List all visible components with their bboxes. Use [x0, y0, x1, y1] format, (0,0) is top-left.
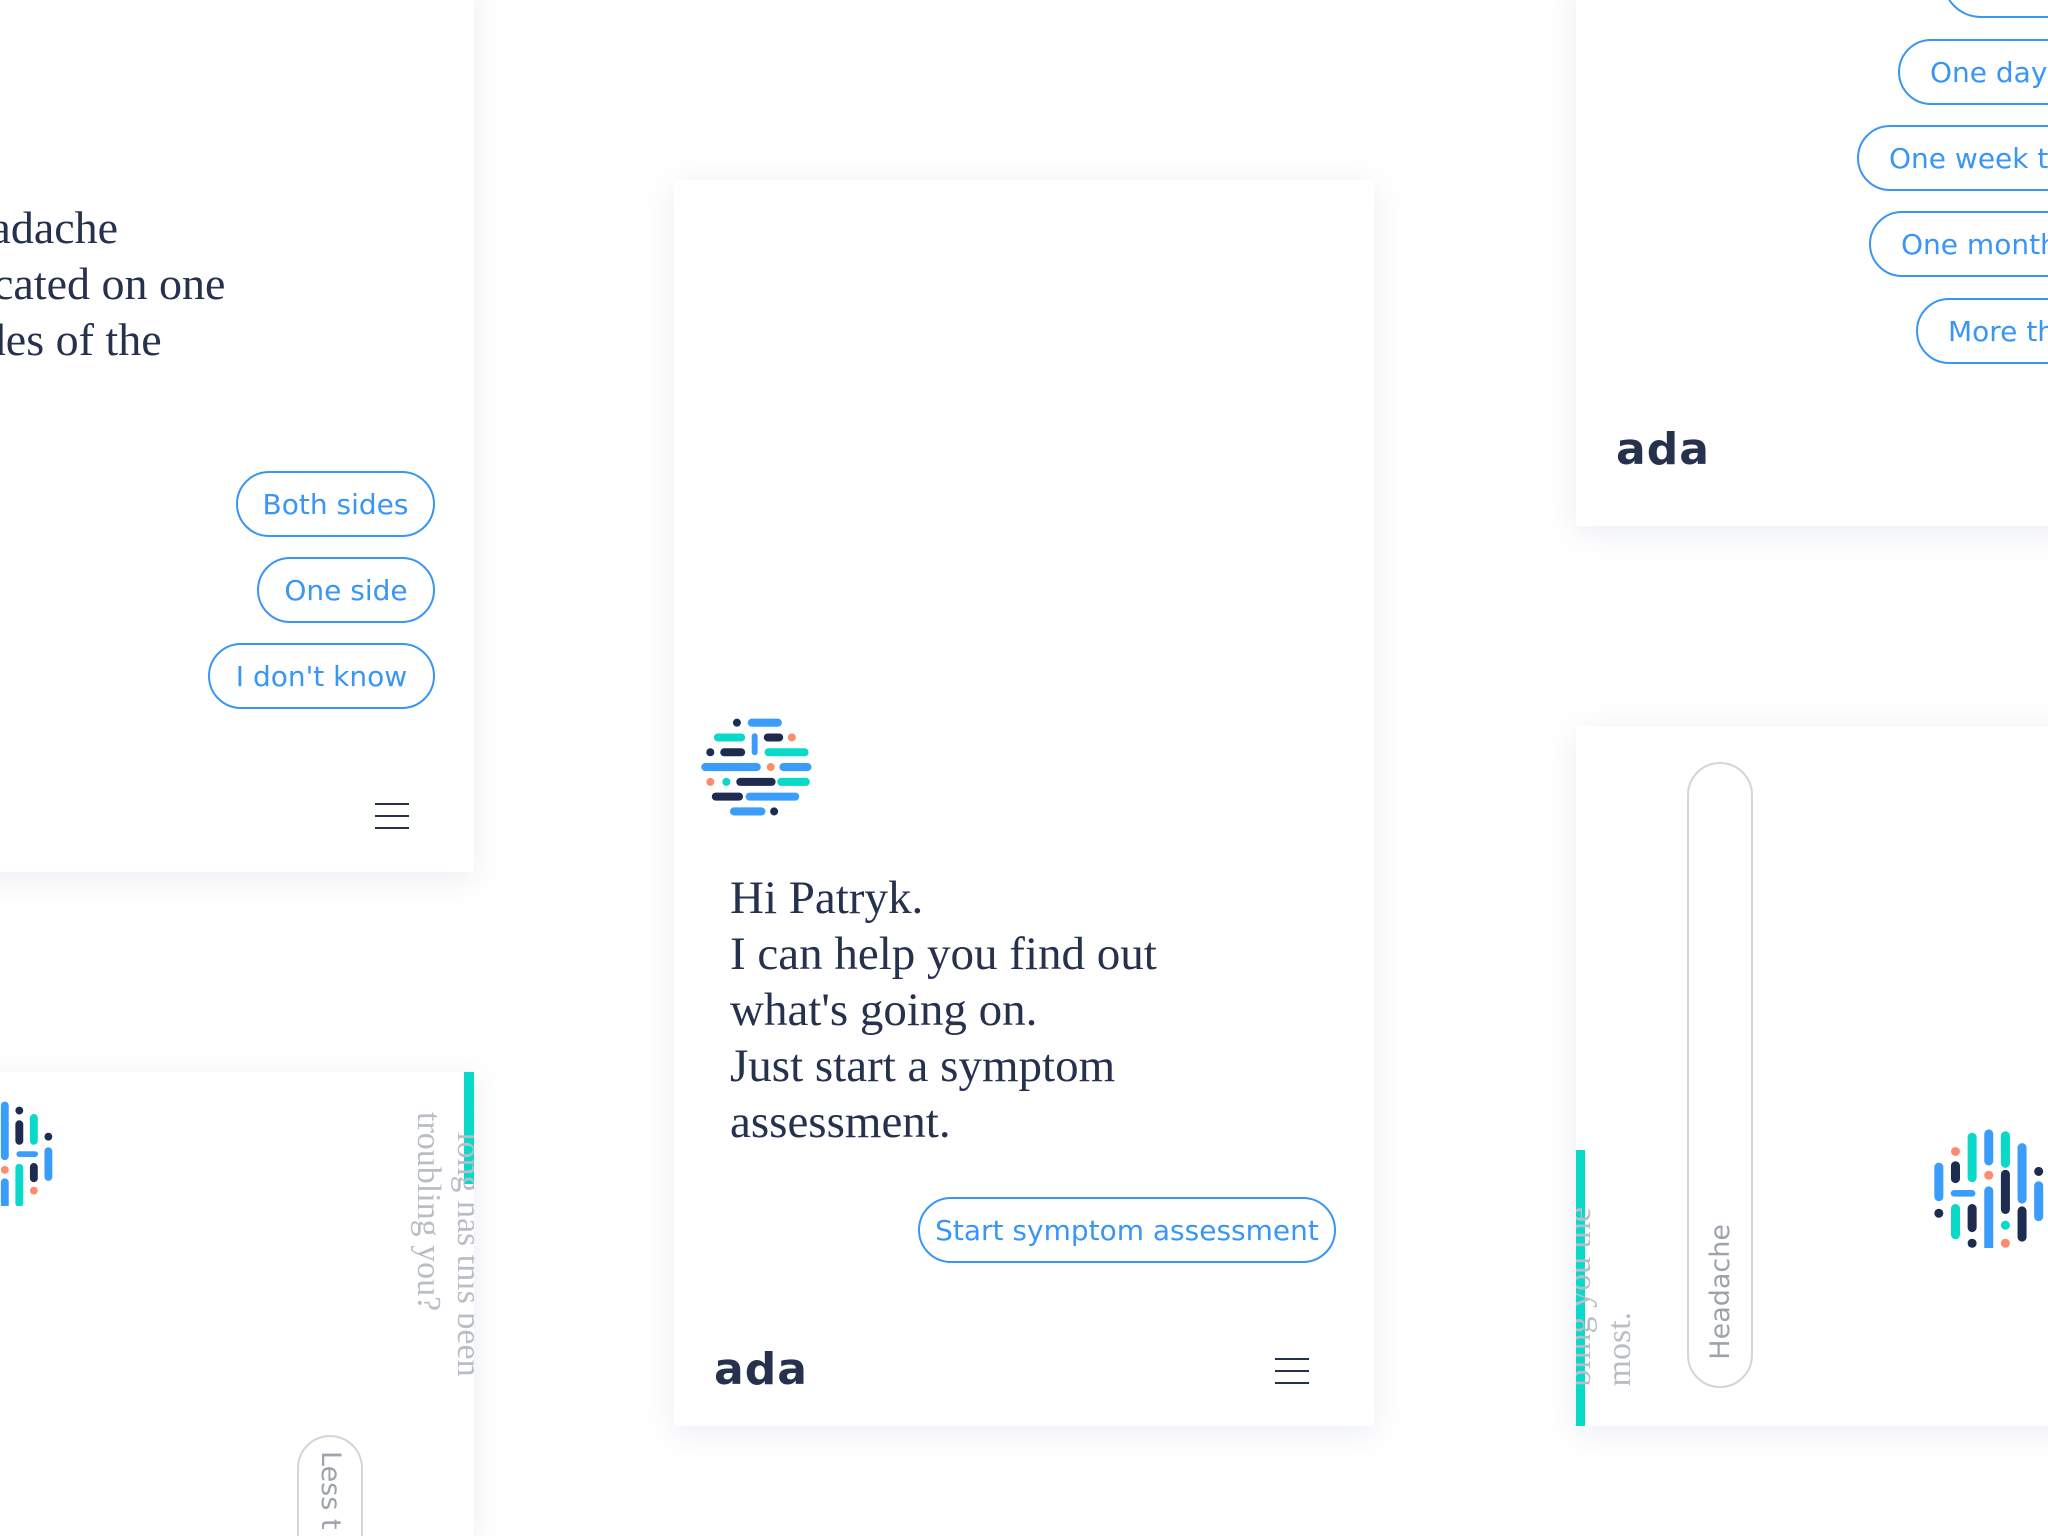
option-both-sides[interactable]: Both sides: [236, 471, 435, 537]
greeting-line: what's going on.: [730, 984, 1038, 1036]
option-label: Headache: [1705, 1224, 1736, 1360]
question-line: ocated on one: [0, 258, 226, 309]
option-less-than[interactable]: Less t: [297, 1435, 363, 1536]
question-line: eadache: [0, 202, 119, 253]
top-left-card: eadache ocated on one ides of the Both s…: [0, 0, 474, 872]
question-line: bling you the: [1576, 1206, 1598, 1386]
question-line: long has this been: [450, 1132, 474, 1377]
top-right-card: One day t One week to One month More th …: [1576, 0, 2048, 526]
ada-mark-icon: [1934, 1129, 2044, 1248]
ada-mark-icon: [0, 1101, 53, 1206]
ada-logo: ada: [1616, 424, 1710, 475]
option-one-week[interactable]: One week to: [1857, 125, 2048, 191]
option-one-side[interactable]: One side: [257, 557, 435, 623]
question-text: eadache ocated on one ides of the: [0, 200, 225, 368]
question-line: troubling you?: [410, 1112, 447, 1312]
bottom-right-card: bling you the most. Headache: [1576, 726, 2048, 1426]
greeting-text: Hi Patryk. I can help you find out what'…: [730, 870, 1157, 1150]
option-one-month[interactable]: One month: [1869, 211, 2048, 277]
question-text: long has this been troubling you?: [408, 1112, 474, 1377]
option-headache[interactable]: Headache: [1687, 762, 1753, 1388]
greeting-line: Just start a symptom: [730, 1040, 1116, 1092]
option-label: Less t: [315, 1451, 346, 1530]
question-text: bling you the most.: [1576, 1207, 1640, 1386]
question-line: ides of the: [0, 314, 162, 365]
greeting-line: Hi Patryk.: [730, 872, 924, 924]
main-card: Hi Patryk. I can help you find out what'…: [674, 180, 1374, 1426]
ada-logo: ada: [714, 1344, 808, 1395]
option-partial[interactable]: [1942, 0, 2048, 18]
option-one-day[interactable]: One day t: [1898, 39, 2048, 105]
start-symptom-assessment-button[interactable]: Start symptom assessment: [918, 1197, 1336, 1263]
ada-mark-icon: [701, 718, 812, 816]
greeting-line: assessment.: [730, 1096, 951, 1148]
option-i-dont-know[interactable]: I don't know: [208, 643, 435, 709]
question-line: most.: [1601, 1311, 1638, 1386]
option-more-than[interactable]: More th: [1916, 298, 2048, 364]
hamburger-icon[interactable]: [1275, 1358, 1309, 1384]
bottom-left-card: long has this been troubling you? Less t: [0, 1072, 474, 1536]
greeting-line: I can help you find out: [730, 928, 1157, 980]
hamburger-icon[interactable]: [375, 803, 409, 829]
